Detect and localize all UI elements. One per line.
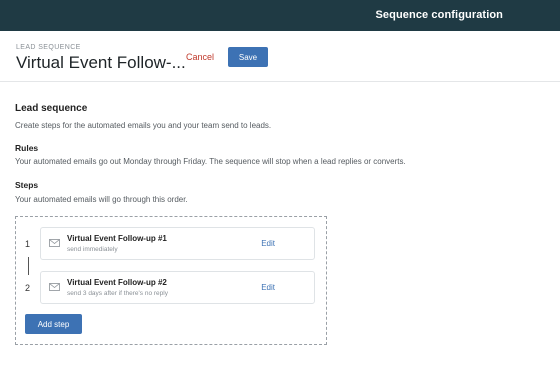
lead-sequence-description: Create steps for the automated emails yo… bbox=[15, 121, 272, 130]
steps-heading: Steps bbox=[15, 180, 39, 190]
mail-icon bbox=[49, 283, 60, 291]
rules-heading: Rules bbox=[15, 143, 39, 153]
rules-description: Your automated emails go out Monday thro… bbox=[15, 157, 406, 166]
mail-icon bbox=[49, 239, 60, 247]
edit-step-button[interactable]: Edit bbox=[261, 283, 275, 292]
step-number: 2 bbox=[25, 283, 31, 293]
page-header: LEAD SEQUENCE Virtual Event Follow-... C… bbox=[0, 31, 560, 82]
steps-description: Your automated emails will go through th… bbox=[15, 195, 188, 204]
step-name: Virtual Event Follow-up #1 bbox=[67, 234, 167, 243]
save-button[interactable]: Save bbox=[228, 47, 268, 67]
step-card[interactable]: Virtual Event Follow-up #1 send immediat… bbox=[40, 227, 315, 260]
step-connector bbox=[28, 257, 29, 275]
step-number: 1 bbox=[25, 239, 31, 249]
app-bar-title: Sequence configuration bbox=[375, 9, 503, 21]
step-card[interactable]: Virtual Event Follow-up #2 send 3 days a… bbox=[40, 271, 315, 304]
step-timing: send 3 days after if there's no reply bbox=[67, 290, 168, 297]
step-name: Virtual Event Follow-up #2 bbox=[67, 278, 167, 287]
edit-step-button[interactable]: Edit bbox=[261, 239, 275, 248]
add-step-button[interactable]: Add step bbox=[25, 314, 82, 334]
lead-sequence-heading: Lead sequence bbox=[15, 103, 88, 114]
top-bar: Sequence configuration bbox=[0, 0, 560, 31]
cancel-button[interactable]: Cancel bbox=[186, 52, 214, 62]
record-type-label: LEAD SEQUENCE bbox=[16, 44, 81, 51]
step-timing: send immediately bbox=[67, 246, 118, 253]
page-title: Virtual Event Follow-... bbox=[16, 53, 186, 72]
